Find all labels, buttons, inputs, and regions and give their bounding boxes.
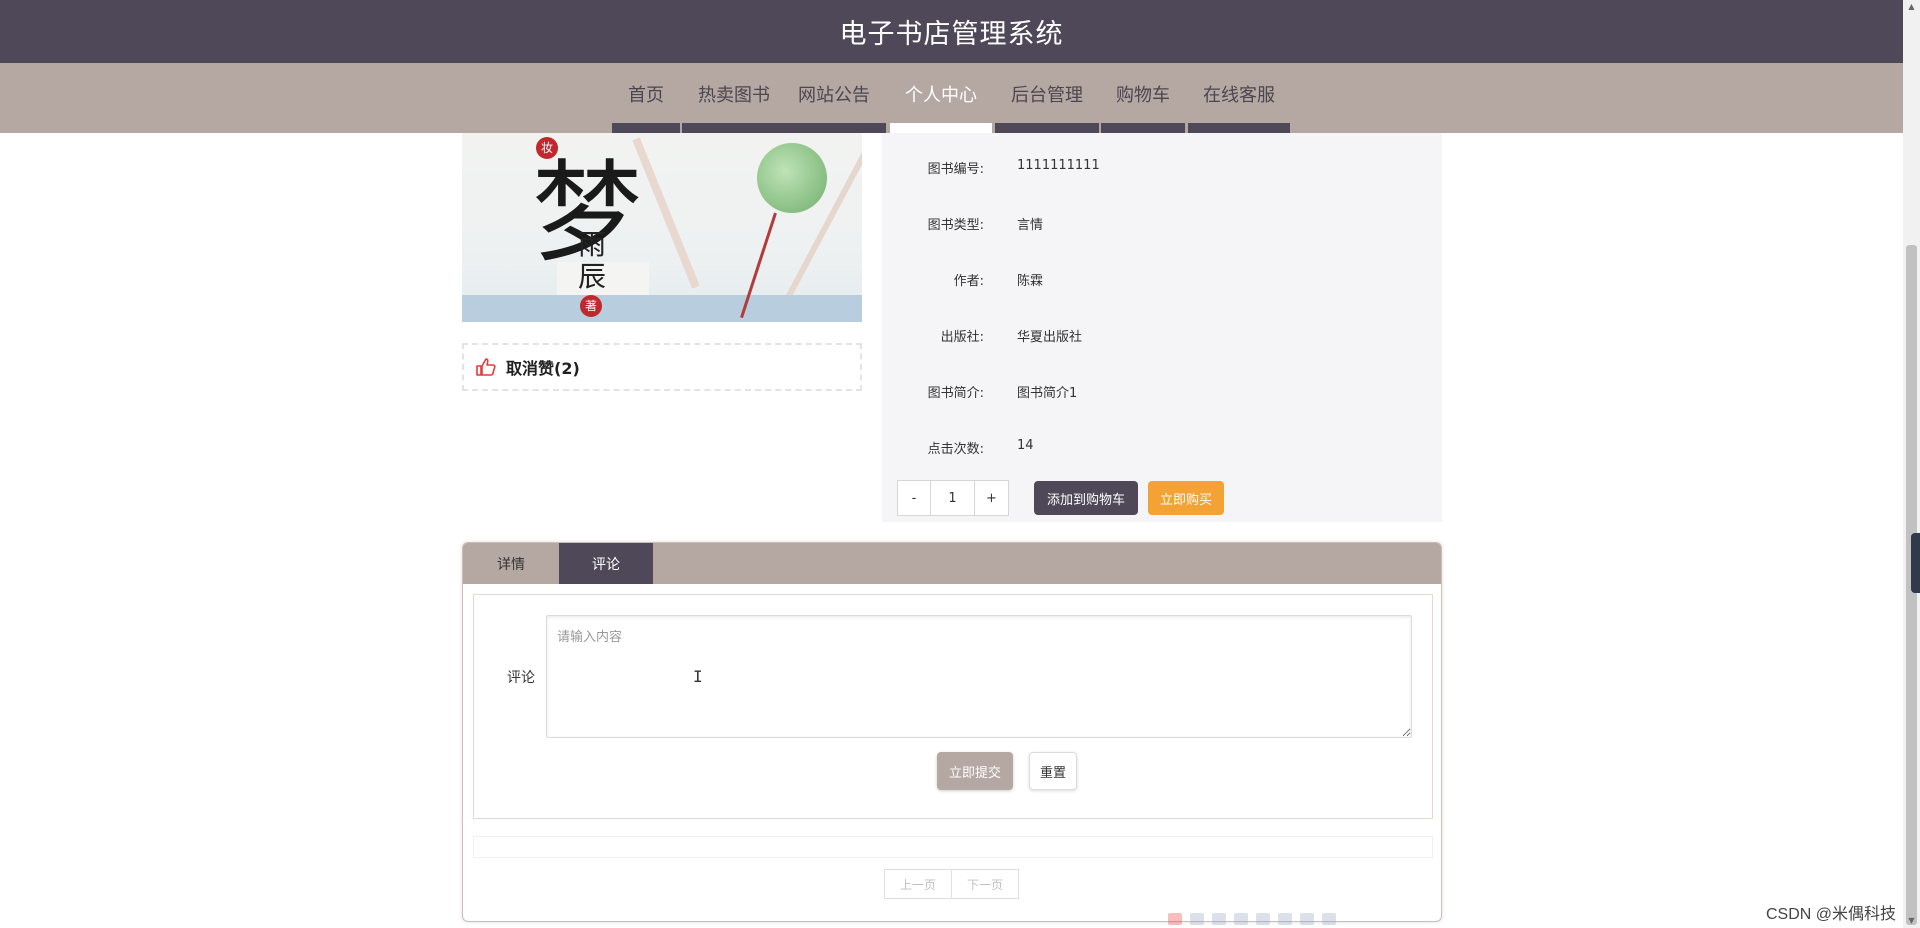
nav-item-hot-books[interactable]: 热卖图书 bbox=[682, 63, 786, 133]
ime-icon bbox=[1300, 913, 1314, 925]
comment-form: 评论 立即提交 重置 bbox=[473, 594, 1433, 819]
cover-author-chars: 雨辰 bbox=[578, 228, 607, 293]
nav-label: 后台管理 bbox=[1011, 85, 1083, 106]
nav-underline bbox=[1101, 123, 1185, 133]
nav-item-personal-center[interactable]: 个人中心 bbox=[890, 63, 992, 133]
quantity-increase-button[interactable]: + bbox=[974, 480, 1009, 516]
info-value: 华夏出版社 bbox=[1017, 330, 1083, 345]
nav-item-cart[interactable]: 购物车 bbox=[1101, 63, 1185, 133]
info-value: 14 bbox=[1017, 438, 1034, 453]
buy-now-button[interactable]: 立即购买 bbox=[1148, 481, 1224, 515]
ime-icon bbox=[1190, 913, 1204, 925]
comment-label: 评论 bbox=[507, 670, 535, 686]
book-info-panel: 图书编号: 1111111111 图书类型: 言情 作者: 陈霖 出版社: 华夏… bbox=[882, 133, 1442, 522]
info-key: 图书类型: bbox=[927, 218, 984, 233]
scroll-down-icon[interactable]: ▼ bbox=[1906, 916, 1917, 926]
tab-header: 详情 评论 bbox=[463, 543, 1441, 584]
tab-comments[interactable]: 评论 bbox=[559, 543, 653, 584]
thumbs-up-icon bbox=[476, 358, 496, 376]
book-cover-image: 梦 妆 雨辰 著 bbox=[462, 133, 862, 322]
book-tabs-panel: 详情 评论 评论 立即提交 重置 上一页 下一页 bbox=[462, 542, 1442, 922]
info-row-publisher: 出版社: 华夏出版社 bbox=[882, 326, 1442, 346]
main-nav: 首页 热卖图书 网站公告 个人中心 后台管理 购物车 在线客服 bbox=[0, 63, 1903, 133]
nav-item-admin[interactable]: 后台管理 bbox=[995, 63, 1099, 133]
reset-button[interactable]: 重置 bbox=[1029, 752, 1077, 790]
nav-label: 首页 bbox=[628, 85, 664, 106]
cover-author-seal: 著 bbox=[580, 295, 602, 317]
nav-label: 在线客服 bbox=[1203, 85, 1275, 106]
ime-icon bbox=[1278, 913, 1292, 925]
info-key: 作者: bbox=[953, 274, 984, 289]
info-key: 出版社: bbox=[940, 330, 984, 345]
submit-comment-button[interactable]: 立即提交 bbox=[937, 752, 1013, 790]
nav-label: 购物车 bbox=[1116, 85, 1170, 106]
info-value: 言情 bbox=[1017, 218, 1044, 233]
quantity-decrease-button[interactable]: - bbox=[897, 480, 931, 516]
info-row-author: 作者: 陈霖 bbox=[882, 270, 1442, 290]
nav-underline bbox=[682, 123, 786, 133]
info-row-click-count: 点击次数: 14 bbox=[882, 438, 1442, 458]
nav-underline bbox=[995, 123, 1099, 133]
prev-page-button[interactable]: 上一页 bbox=[884, 869, 952, 899]
info-key: 图书简介: bbox=[927, 386, 984, 401]
ime-icon bbox=[1234, 913, 1248, 925]
comment-list bbox=[473, 836, 1433, 858]
nav-label: 个人中心 bbox=[905, 85, 977, 106]
ime-icon bbox=[1322, 913, 1336, 925]
info-key: 点击次数: bbox=[927, 442, 984, 457]
text-cursor-icon: I bbox=[693, 667, 703, 686]
tab-details[interactable]: 详情 bbox=[463, 543, 559, 584]
nav-underline bbox=[1188, 123, 1290, 133]
nav-item-online-service[interactable]: 在线客服 bbox=[1188, 63, 1290, 133]
site-title: 电子书店管理系统 bbox=[839, 19, 1064, 50]
nav-label: 热卖图书 bbox=[698, 85, 770, 106]
quantity-input[interactable]: 1 bbox=[930, 480, 975, 516]
nav-underline bbox=[612, 123, 680, 133]
nav-item-announcements[interactable]: 网站公告 bbox=[782, 63, 886, 133]
next-page-button[interactable]: 下一页 bbox=[951, 869, 1019, 899]
watermark: CSDN @米偶科技 bbox=[1766, 906, 1897, 923]
ime-icon bbox=[1212, 913, 1226, 925]
comment-input[interactable] bbox=[546, 615, 1412, 738]
unlike-button[interactable]: 取消赞(2) bbox=[462, 343, 862, 391]
nav-label: 网站公告 bbox=[798, 85, 870, 106]
info-key: 图书编号: bbox=[927, 162, 984, 177]
add-to-cart-button[interactable]: 添加到购物车 bbox=[1034, 481, 1138, 515]
nav-underline bbox=[782, 123, 886, 133]
side-float-tab[interactable] bbox=[1911, 533, 1920, 593]
cover-jade-pendant bbox=[757, 143, 827, 213]
info-row-book-type: 图书类型: 言情 bbox=[882, 214, 1442, 234]
info-row-book-id: 图书编号: 1111111111 bbox=[882, 158, 1442, 178]
info-value: 陈霖 bbox=[1017, 274, 1044, 289]
unlike-label: 取消赞(2) bbox=[506, 359, 580, 378]
cover-strip bbox=[462, 295, 862, 322]
info-value: 图书简介1 bbox=[1017, 386, 1078, 401]
info-row-summary: 图书简介: 图书简介1 bbox=[882, 382, 1442, 402]
ime-toolbar bbox=[1168, 910, 1373, 928]
scroll-up-icon[interactable]: ▲ bbox=[1906, 2, 1917, 12]
nav-underline bbox=[890, 123, 992, 133]
nav-item-home[interactable]: 首页 bbox=[612, 63, 680, 133]
ime-icon bbox=[1256, 913, 1270, 925]
cover-side-seal: 妆 bbox=[536, 137, 558, 159]
ime-icon bbox=[1168, 913, 1182, 925]
info-value: 1111111111 bbox=[1017, 158, 1100, 173]
site-header: 电子书店管理系统 bbox=[0, 0, 1903, 63]
